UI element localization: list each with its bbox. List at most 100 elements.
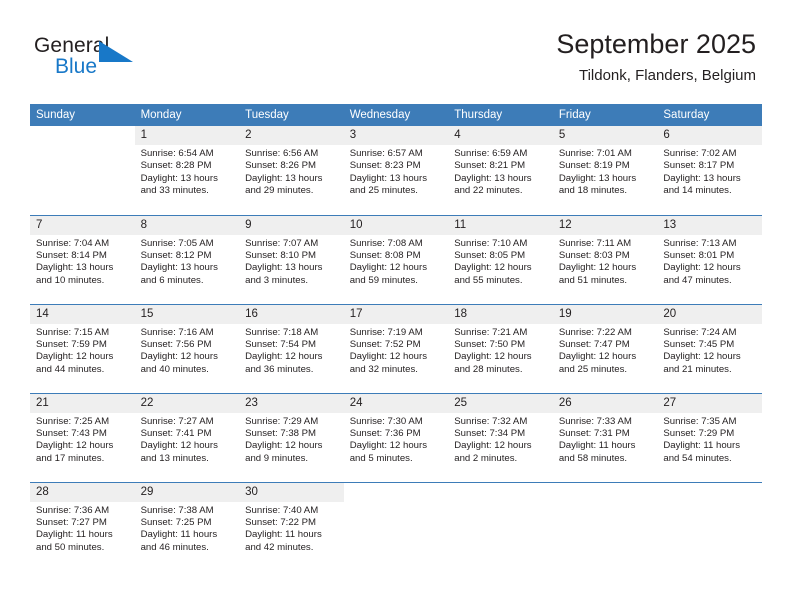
calendar-day-cell[interactable]: 10 Sunrise: 7:08 AM Sunset: 8:08 PM Dayligh…	[343, 214, 449, 304]
sunrise-text: Sunrise: 7:11 AM	[558, 237, 632, 249]
daylight-text-line2: and 3 minutes.	[245, 274, 309, 286]
calendar-day-cell[interactable]: 2 Sunrise: 6:56 AM Sunset: 8:26 PM Daylight…	[239, 126, 344, 215]
general-blue-logo[interactable]: General Blue	[34, 34, 234, 86]
day-number: 2	[239, 126, 344, 145]
page-title: September 2025	[556, 29, 756, 59]
calendar-day-cell[interactable]: 26 Sunrise: 7:33 AM Sunset: 7:31 PM Dayligh…	[552, 392, 658, 482]
sunrise-text: Sunrise: 6:59 AM	[454, 148, 528, 159]
sunrise-text: Sunrise: 6:54 AM	[140, 148, 214, 159]
calendar-day-cell[interactable]: 3 Sunrise: 6:57 AM Sunset: 8:23 PM Daylight…	[343, 126, 449, 215]
sunrise-text: Sunrise: 7:05 AM	[140, 237, 214, 249]
calendar-day-cell[interactable]: 21 Sunrise: 7:25 AM Sunset: 7:43 PM Dayligh…	[30, 392, 135, 482]
calendar-day-cell[interactable]: 17 Sunrise: 7:19 AM Sunset: 7:52 PM Dayligh…	[343, 303, 449, 393]
calendar-cell-inner: 14 Sunrise: 7:15 AM Sunset: 7:59 PM Dayligh…	[30, 305, 135, 393]
daylight-text-line1: Daylight: 12 hours	[558, 351, 637, 363]
day-details: Sunrise: 6:54 AM Sunset: 8:28 PM Daylight:…	[135, 145, 240, 198]
calendar-day-cell[interactable]: 9 Sunrise: 7:07 AM Sunset: 8:10 PM Daylight…	[239, 214, 344, 304]
sunrise-text: Sunrise: 7:19 AM	[349, 326, 423, 338]
calendar-day-cell[interactable]: 6 Sunrise: 7:02 AM Sunset: 8:17 PM Daylight…	[657, 126, 762, 215]
calendar-day-cell[interactable]: 24 Sunrise: 7:30 AM Sunset: 7:36 PM Dayligh…	[343, 392, 449, 482]
sunrise-text: Sunrise: 7:32 AM	[454, 415, 528, 427]
daylight-text-line1: Daylight: 13 hours	[140, 172, 218, 184]
weekday-header-saturday: Saturday	[657, 104, 762, 126]
calendar-cell-inner: 19 Sunrise: 7:22 AM Sunset: 7:47 PM Dayligh…	[552, 305, 658, 393]
calendar-day-cell[interactable]: 19 Sunrise: 7:22 AM Sunset: 7:47 PM Dayligh…	[552, 303, 658, 393]
day-number: 29	[134, 483, 240, 502]
calendar-day-cell[interactable]: 30 Sunrise: 7:40 AM Sunset: 7:22 PM Dayligh…	[239, 481, 344, 571]
daylight-text-line2: and 13 minutes.	[140, 452, 209, 464]
calendar-day-cell[interactable]: 11 Sunrise: 7:10 AM Sunset: 8:05 PM Dayligh…	[448, 214, 553, 304]
calendar-day-cell[interactable]: 13 Sunrise: 7:13 AM Sunset: 8:01 PM Dayligh…	[657, 214, 762, 304]
sunset-text: Sunset: 7:25 PM	[140, 516, 212, 528]
calendar-day-cell[interactable]: 5 Sunrise: 7:01 AM Sunset: 8:19 PM Daylight…	[552, 126, 658, 215]
sunset-text: Sunset: 7:34 PM	[454, 427, 526, 439]
calendar-grid: Sunday Monday Tuesday Wednesday Thursday…	[30, 104, 762, 571]
daylight-text-line1: Daylight: 12 hours	[349, 262, 428, 274]
calendar-cell-inner: 8 Sunrise: 7:05 AM Sunset: 8:12 PM Daylight…	[134, 216, 240, 304]
calendar-day-cell[interactable]: 27 Sunrise: 7:35 AM Sunset: 7:29 PM Dayligh…	[657, 392, 762, 482]
day-number: 12	[552, 216, 658, 235]
daylight-text-line2: and 21 minutes.	[663, 363, 732, 375]
sunset-text: Sunset: 8:01 PM	[663, 249, 735, 261]
daylight-text-line2: and 58 minutes.	[558, 452, 628, 464]
sunset-text: Sunset: 7:36 PM	[349, 427, 421, 439]
daylight-text-line1: Daylight: 12 hours	[349, 440, 428, 452]
day-details: Sunrise: 7:11 AM Sunset: 8:03 PM Daylight:…	[553, 235, 658, 288]
sunrise-text: Sunrise: 7:22 AM	[558, 326, 632, 338]
calendar-day-cell[interactable]: 25 Sunrise: 7:32 AM Sunset: 7:34 PM Dayligh…	[448, 392, 553, 482]
calendar-day-cell[interactable]: 15 Sunrise: 7:16 AM Sunset: 7:56 PM Dayligh…	[134, 303, 240, 393]
daylight-text-line2: and 18 minutes.	[558, 185, 628, 197]
daylight-text-line1: Daylight: 11 hours	[140, 529, 218, 541]
calendar-cell-inner: 3 Sunrise: 6:57 AM Sunset: 8:23 PM Daylight…	[343, 126, 449, 215]
day-number: 30	[239, 483, 344, 502]
daylight-text-line2: and 40 minutes.	[140, 363, 209, 375]
day-number: 24	[343, 394, 449, 413]
calendar-cell-inner	[553, 483, 658, 571]
calendar-day-cell[interactable]: 22 Sunrise: 7:27 AM Sunset: 7:41 PM Dayligh…	[134, 392, 240, 482]
calendar-cell-inner	[30, 126, 135, 215]
calendar-cell-inner	[448, 483, 553, 571]
day-details: Sunrise: 7:29 AM Sunset: 7:38 PM Daylight:…	[239, 413, 344, 466]
calendar-day-cell[interactable]: 28 Sunrise: 7:36 AM Sunset: 7:27 PM Dayligh…	[30, 481, 135, 571]
daylight-text-line1: Daylight: 13 hours	[454, 172, 532, 184]
sunset-text: Sunset: 7:59 PM	[36, 338, 107, 350]
daylight-text-line1: Daylight: 12 hours	[454, 440, 532, 452]
day-details: Sunrise: 7:32 AM Sunset: 7:34 PM Daylight:…	[448, 413, 553, 466]
sunset-text: Sunset: 7:47 PM	[558, 338, 630, 350]
sunrise-text: Sunrise: 7:21 AM	[454, 326, 528, 338]
sunset-text: Sunset: 8:03 PM	[558, 249, 630, 261]
day-details: Sunrise: 7:27 AM Sunset: 7:41 PM Daylight:…	[135, 413, 240, 466]
calendar-day-cell[interactable]: 8 Sunrise: 7:05 AM Sunset: 8:12 PM Daylight…	[134, 214, 240, 304]
day-number: 9	[239, 216, 344, 235]
daylight-text-line1: Daylight: 12 hours	[245, 351, 323, 363]
calendar-cell-inner: 28 Sunrise: 7:36 AM Sunset: 7:27 PM Dayligh…	[30, 483, 135, 571]
day-details: Sunrise: 7:01 AM Sunset: 8:19 PM Daylight:…	[553, 145, 658, 198]
calendar-day-cell[interactable]: 29 Sunrise: 7:38 AM Sunset: 7:25 PM Dayligh…	[134, 481, 240, 571]
day-number: 5	[552, 126, 658, 145]
calendar-day-cell[interactable]: 23 Sunrise: 7:29 AM Sunset: 7:38 PM Dayligh…	[239, 392, 344, 482]
calendar-day-cell[interactable]: 12 Sunrise: 7:11 AM Sunset: 8:03 PM Dayligh…	[552, 214, 658, 304]
calendar-day-cell[interactable]: 7 Sunrise: 7:04 AM Sunset: 8:14 PM Daylight…	[30, 214, 135, 304]
sunrise-text: Sunrise: 7:33 AM	[558, 415, 632, 427]
sunrise-text: Sunrise: 7:24 AM	[663, 326, 737, 338]
day-number: 3	[343, 126, 449, 145]
day-number: 6	[657, 126, 762, 145]
calendar-day-cell[interactable]: 18 Sunrise: 7:21 AM Sunset: 7:50 PM Dayligh…	[448, 303, 553, 393]
sunrise-text: Sunrise: 7:36 AM	[36, 504, 110, 516]
weekday-header-wednesday: Wednesday	[343, 104, 449, 126]
calendar-cell-inner: 22 Sunrise: 7:27 AM Sunset: 7:41 PM Dayligh…	[134, 394, 240, 482]
daylight-text-line1: Daylight: 12 hours	[454, 262, 532, 274]
day-number: 28	[30, 483, 135, 502]
day-number: 27	[657, 394, 762, 413]
daylight-text-line2: and 36 minutes.	[245, 363, 314, 375]
calendar-day-cell[interactable]: 20 Sunrise: 7:24 AM Sunset: 7:45 PM Dayligh…	[657, 303, 762, 393]
daylight-text-line1: Daylight: 11 hours	[663, 440, 740, 452]
calendar-day-cell[interactable]: 4 Sunrise: 6:59 AM Sunset: 8:21 PM Daylight…	[448, 126, 553, 215]
calendar-cell-inner: 13 Sunrise: 7:13 AM Sunset: 8:01 PM Dayligh…	[657, 216, 762, 304]
calendar-day-cell[interactable]: 1 Sunrise: 6:54 AM Sunset: 8:28 PM Daylight…	[134, 126, 240, 215]
calendar-day-cell[interactable]: 16 Sunrise: 7:18 AM Sunset: 7:54 PM Dayligh…	[239, 303, 344, 393]
calendar-cell-inner: 16 Sunrise: 7:18 AM Sunset: 7:54 PM Dayligh…	[239, 305, 344, 393]
sunset-text: Sunset: 7:27 PM	[36, 516, 107, 528]
calendar-day-cell[interactable]: 14 Sunrise: 7:15 AM Sunset: 7:59 PM Dayligh…	[30, 303, 135, 393]
daylight-text-line1: Daylight: 13 hours	[245, 172, 323, 184]
